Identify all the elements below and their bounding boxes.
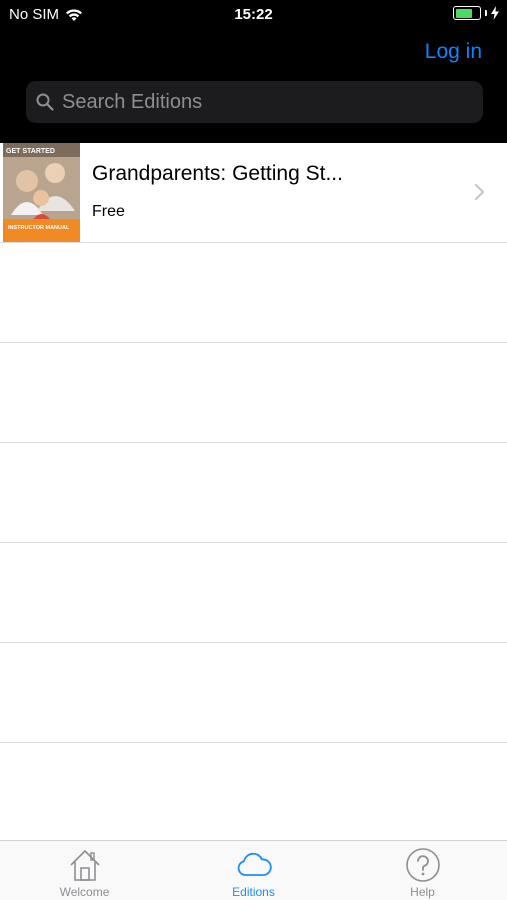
- search-bar[interactable]: [26, 81, 483, 123]
- edition-title: Grandparents: Getting St...: [92, 162, 343, 185]
- tab-bar: Welcome Editions Help: [0, 840, 507, 900]
- tab-editions[interactable]: Editions: [169, 841, 338, 900]
- search-input[interactable]: [62, 90, 462, 114]
- header-bar: No SIM 15:22 Log in: [0, 0, 507, 143]
- edition-cover-image: GET STARTED INSTRUCTOR MANUAL: [3, 143, 80, 242]
- tab-help-label: Help: [410, 885, 435, 899]
- editions-list: GET STARTED INSTRUCTOR MANUAL Grandparen…: [0, 143, 507, 743]
- empty-row: [0, 243, 507, 343]
- charging-bolt-icon: [491, 6, 499, 20]
- tab-welcome[interactable]: Welcome: [0, 841, 169, 900]
- house-icon: [69, 850, 100, 881]
- battery-icon: [453, 6, 481, 20]
- tab-editions-label: Editions: [232, 885, 275, 899]
- empty-row: [0, 443, 507, 543]
- empty-row: [0, 343, 507, 443]
- tab-welcome-label: Welcome: [59, 885, 110, 899]
- login-button[interactable]: Log in: [425, 40, 482, 64]
- question-icon: [405, 848, 440, 882]
- tab-help[interactable]: Help: [338, 841, 507, 900]
- cover-title-text: GET STARTED: [6, 148, 55, 155]
- empty-row: [0, 543, 507, 643]
- clock: 15:22: [234, 6, 273, 23]
- chevron-right-icon: [475, 184, 484, 200]
- cover-subtitle-text: INSTRUCTOR MANUAL: [8, 225, 70, 231]
- list-item-edition[interactable]: GET STARTED INSTRUCTOR MANUAL Grandparen…: [0, 143, 507, 243]
- battery-indicator: [453, 6, 499, 20]
- status-bar: No SIM 15:22: [0, 0, 507, 28]
- cloud-icon: [237, 852, 272, 876]
- search-icon: [36, 93, 54, 111]
- edition-price: Free: [92, 203, 125, 220]
- empty-row: [0, 643, 507, 743]
